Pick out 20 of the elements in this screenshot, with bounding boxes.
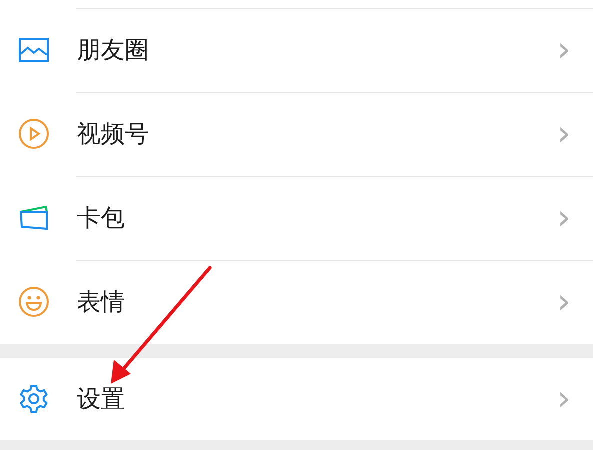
menu-item[interactable]: 表情 › <box>0 260 593 344</box>
smiley-icon <box>19 287 49 317</box>
menu-label: 视频号 <box>77 122 149 146</box>
menu-label: 朋友圈 <box>77 38 149 62</box>
menu-label: 卡包 <box>77 206 125 230</box>
menu-item[interactable]: 朋友圈 › <box>0 8 593 92</box>
chevron-icon: › <box>557 201 571 235</box>
menu-item[interactable]: 设置 › <box>0 358 593 440</box>
menu-item[interactable]: 视频号 › <box>0 92 593 176</box>
image-icon <box>19 35 49 65</box>
chevron-icon: › <box>557 382 571 416</box>
chevron-icon: › <box>557 33 571 67</box>
settings-icon <box>19 384 49 414</box>
wallet-icon <box>19 203 49 233</box>
chevron-icon: › <box>557 117 571 151</box>
play-icon <box>19 119 49 149</box>
menu-item[interactable]: 卡包 › <box>0 176 593 260</box>
menu-label: 设置 <box>77 387 125 411</box>
menu-label: 表情 <box>77 290 125 314</box>
chevron-icon: › <box>557 285 571 319</box>
